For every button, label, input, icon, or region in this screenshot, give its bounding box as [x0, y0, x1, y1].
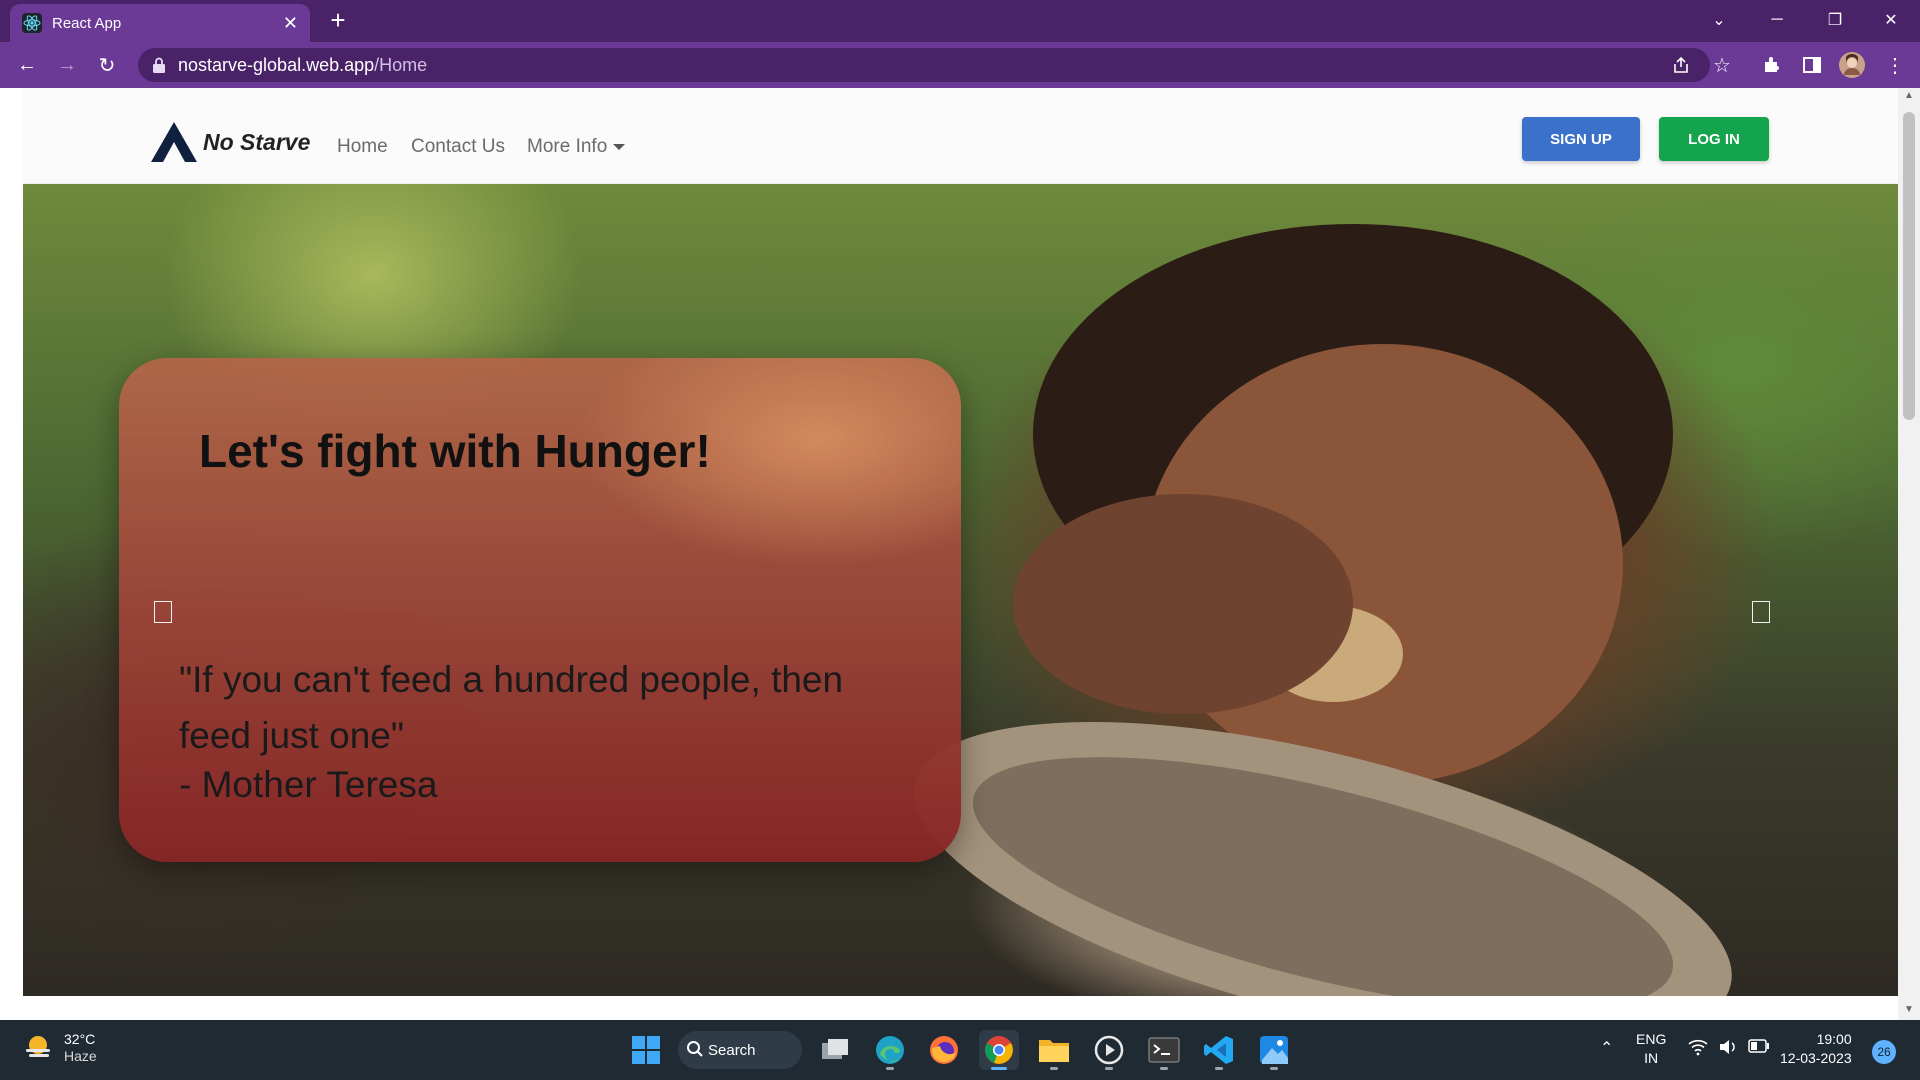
media-player-icon[interactable]	[1089, 1030, 1129, 1070]
chevron-up-icon[interactable]: ⌃	[1600, 1038, 1613, 1058]
hero-quote: "If you can't feed a hundred people, the…	[179, 659, 844, 756]
nav-link-contact-us[interactable]: Contact Us	[411, 136, 505, 158]
running-indicator	[1215, 1067, 1223, 1070]
restore-icon[interactable]: ❐	[1806, 0, 1864, 40]
running-indicator	[991, 1067, 1007, 1070]
browser-viewport: No Starve Home Contact Us More Info SIGN…	[0, 88, 1920, 1020]
hero-title: Let's fight with Hunger!	[199, 425, 711, 477]
star-icon[interactable]: ☆	[1709, 52, 1735, 78]
menu-dots-icon[interactable]: ⋮	[1882, 52, 1908, 78]
battery-icon[interactable]	[1748, 1039, 1770, 1056]
running-indicator	[1160, 1067, 1168, 1070]
address-bar[interactable]: nostarve-global.web.app/Home	[138, 48, 1710, 82]
browser-tab[interactable]: React App ✕	[10, 4, 310, 42]
profile-avatar[interactable]	[1839, 52, 1865, 78]
windows-start-icon[interactable]	[626, 1030, 666, 1070]
lock-icon	[153, 57, 165, 73]
vscode-icon[interactable]	[1199, 1030, 1239, 1070]
nav-link-home[interactable]: Home	[337, 136, 388, 158]
taskbar-search[interactable]: Search	[678, 1031, 802, 1069]
search-icon	[687, 1041, 703, 1057]
minimize-icon[interactable]: ─	[1748, 0, 1806, 40]
edge-icon[interactable]	[870, 1030, 910, 1070]
search-label: Search	[708, 1041, 756, 1059]
page-scrollbar[interactable]: ▲ ▼	[1898, 88, 1920, 1020]
language-code: ENG	[1636, 1031, 1667, 1047]
tab-search-icon[interactable]: ⌄	[1690, 0, 1748, 40]
url-path: /Home	[374, 54, 428, 75]
running-indicator	[886, 1067, 894, 1070]
url-host: nostarve-global.web.app	[178, 54, 375, 75]
hero-carousel: Let's fight with Hunger! "If you can't f…	[23, 184, 1898, 996]
side-panel-icon[interactable]	[1799, 52, 1825, 78]
wifi-icon[interactable]	[1688, 1038, 1708, 1059]
weather-condition: Haze	[64, 1048, 97, 1064]
no-starve-logo-icon	[151, 122, 197, 162]
weather-temperature: 32°C	[64, 1031, 96, 1047]
running-indicator	[1105, 1067, 1113, 1070]
carousel-next-icon[interactable]	[1752, 601, 1770, 623]
window-close-icon[interactable]: ✕	[1862, 0, 1920, 40]
reload-icon[interactable]: ↻	[92, 50, 122, 80]
signup-button[interactable]: SIGN UP	[1522, 117, 1640, 161]
scroll-down-icon[interactable]: ▼	[1903, 1004, 1915, 1016]
plus-icon[interactable]: +	[324, 6, 352, 34]
carousel-prev-icon[interactable]	[154, 601, 172, 623]
nav-link-more-info[interactable]: More Info	[527, 136, 626, 158]
site-navbar: No Starve Home Contact Us More Info SIGN…	[23, 88, 1898, 184]
scroll-up-icon[interactable]: ▲	[1903, 90, 1915, 102]
firefox-icon[interactable]	[924, 1030, 964, 1070]
terminal-icon[interactable]	[1144, 1030, 1184, 1070]
chevron-down-icon	[613, 143, 626, 150]
brand[interactable]: No Starve	[149, 120, 310, 164]
weather-sun-icon	[26, 1036, 50, 1057]
hero-quote-author: - Mother Teresa	[179, 764, 438, 805]
share-icon[interactable]	[1668, 52, 1694, 78]
back-icon[interactable]: ←	[12, 50, 42, 80]
web-page: No Starve Home Contact Us More Info SIGN…	[23, 88, 1898, 1020]
chrome-icon[interactable]	[979, 1030, 1019, 1070]
task-view-icon[interactable]	[815, 1030, 855, 1070]
browser-tab-bar: React App ✕ + ⌄ ─ ❐ ✕	[0, 0, 1920, 42]
clock-date: 12-03-2023	[1780, 1050, 1852, 1066]
brand-name: No Starve	[203, 128, 311, 155]
speaker-icon[interactable]	[1718, 1038, 1738, 1059]
windows-taskbar: 32°C Haze Search ⌃ ENG IN 19:00 12-03-20…	[0, 1020, 1920, 1080]
region-code: IN	[1644, 1050, 1659, 1066]
login-button[interactable]: LOG IN	[1659, 117, 1769, 161]
weather-widget[interactable]: 32°C Haze	[22, 1030, 97, 1064]
tab-title: React App	[52, 14, 122, 32]
more-info-label: More Info	[527, 136, 608, 157]
quote-card: Let's fight with Hunger! "If you can't f…	[119, 358, 961, 862]
clock-time: 19:00	[1816, 1031, 1852, 1047]
running-indicator	[1050, 1067, 1058, 1070]
taskbar-clock[interactable]: 19:00 12-03-2023	[1780, 1030, 1852, 1068]
notification-badge[interactable]: 26	[1872, 1040, 1896, 1064]
language-indicator[interactable]: ENG IN	[1636, 1030, 1666, 1068]
scroll-thumb[interactable]	[1903, 112, 1915, 420]
react-favicon-icon	[22, 13, 42, 33]
running-indicator	[1270, 1067, 1278, 1070]
extensions-icon[interactable]	[1759, 52, 1785, 78]
close-icon[interactable]: ✕	[283, 13, 298, 34]
photos-icon[interactable]	[1254, 1030, 1294, 1070]
forward-icon[interactable]: →	[52, 50, 82, 80]
file-explorer-icon[interactable]	[1034, 1030, 1074, 1070]
